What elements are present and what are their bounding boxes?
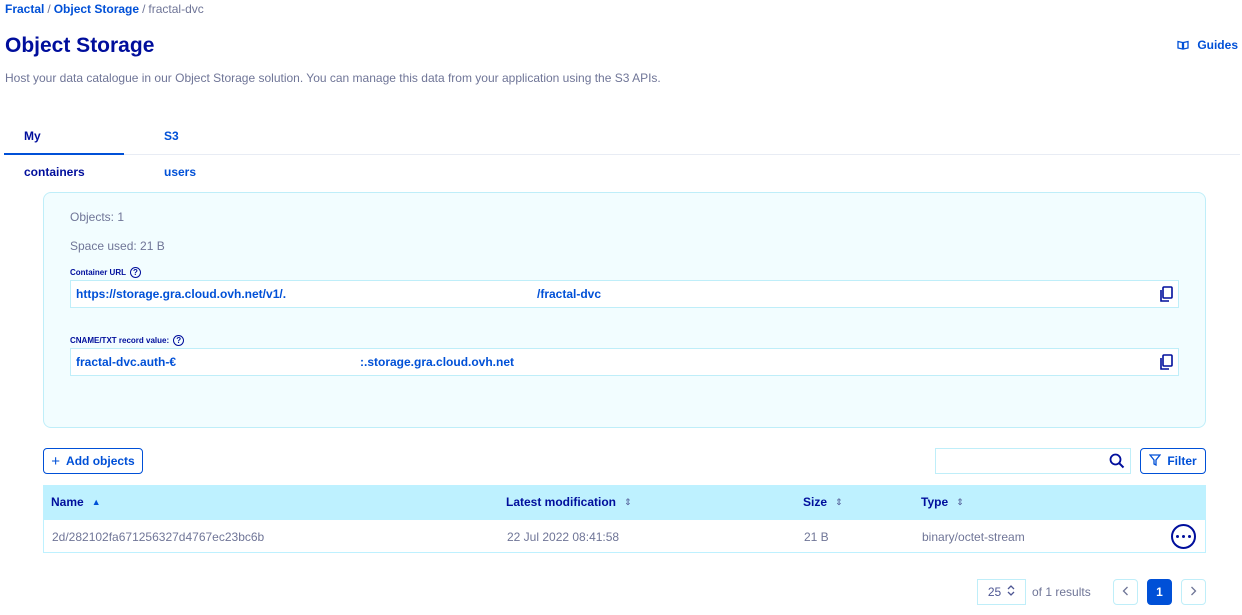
results-count: of 1 results xyxy=(1032,585,1091,599)
book-icon xyxy=(1177,40,1189,50)
page-size-value: 25 xyxy=(987,585,1002,599)
add-objects-label: Add objects xyxy=(66,454,135,468)
help-icon[interactable]: ? xyxy=(130,267,141,278)
chevron-right-icon xyxy=(1190,585,1197,599)
sort-icon[interactable]: ⇕ xyxy=(624,497,632,508)
copy-icon[interactable] xyxy=(1159,354,1173,373)
objects-count: Objects: 1 xyxy=(70,210,125,224)
search-input[interactable] xyxy=(935,448,1131,474)
breadcrumb-current: fractal-dvc xyxy=(148,2,204,16)
cname-label: CNAME/TXT record value: ? xyxy=(70,335,185,346)
container-url-value-start: https://storage.gra.cloud.ovh.net/v1/. xyxy=(76,287,287,301)
previous-page-button[interactable] xyxy=(1113,579,1138,605)
breadcrumb: Fractal / Object Storage / fractal-dvc xyxy=(5,2,204,16)
chevron-left-icon xyxy=(1122,585,1129,599)
filter-label: Filter xyxy=(1167,454,1197,468)
sort-icon[interactable]: ⇕ xyxy=(835,497,843,508)
container-url-label-text: Container URL xyxy=(70,268,126,277)
objects-table: Name ▲︎ Latest modification ⇕ Size ⇕ Typ… xyxy=(43,485,1206,553)
breadcrumb-link-fractal[interactable]: Fractal xyxy=(5,2,44,16)
column-header-modification-label: Latest modification xyxy=(506,495,617,509)
cname-field[interactable]: fractal-dvc.auth-€ :.storage.gra.cloud.o… xyxy=(70,348,1179,376)
column-header-name-label: Name xyxy=(51,495,84,509)
container-url-value-end: /fractal-dvc xyxy=(537,287,602,301)
page-title: Object Storage xyxy=(5,34,155,57)
filter-icon xyxy=(1148,453,1162,469)
cname-label-text: CNAME/TXT record value: xyxy=(70,336,170,345)
cell-type: binary/octet-stream xyxy=(922,530,1025,544)
cell-size: 21 B xyxy=(804,530,829,544)
cname-value-start: fractal-dvc.auth-€ xyxy=(76,355,177,369)
guides-label: Guides xyxy=(1197,38,1238,52)
updown-icon xyxy=(1007,585,1015,599)
column-header-type[interactable]: Type ⇕ xyxy=(921,495,964,509)
breadcrumb-separator: / xyxy=(142,2,146,16)
page-button-current[interactable]: 1 xyxy=(1147,579,1172,605)
cell-modified: 22 Jul 2022 08:41:58 xyxy=(507,530,620,544)
more-icon[interactable] xyxy=(1171,524,1196,549)
tab-s3-users[interactable]: S3 users xyxy=(144,118,234,179)
sort-icon[interactable]: ▲︎ xyxy=(92,497,101,507)
tab-bar: My containers S3 users xyxy=(4,118,1240,179)
page-description: Host your data catalogue in our Object S… xyxy=(5,71,661,85)
container-url-field[interactable]: https://storage.gra.cloud.ovh.net/v1/. /… xyxy=(70,280,1179,308)
cell-name: 2d/282102fa671256327d4767ec23bc6b xyxy=(52,530,265,544)
table-row: 2d/282102fa671256327d4767ec23bc6b 22 Jul… xyxy=(43,520,1206,553)
help-icon[interactable]: ? xyxy=(173,335,185,346)
plus-icon: + xyxy=(51,452,61,470)
copy-icon[interactable] xyxy=(1159,286,1173,305)
column-header-size[interactable]: Size ⇕ xyxy=(803,495,843,509)
column-header-modification[interactable]: Latest modification ⇕ xyxy=(506,495,632,509)
container-url-label: Container URL ? xyxy=(70,267,141,278)
table-header: Name ▲︎ Latest modification ⇕ Size ⇕ Typ… xyxy=(43,485,1206,520)
filter-button[interactable]: Filter xyxy=(1140,448,1206,474)
page-size-select[interactable]: 25 xyxy=(977,579,1026,605)
column-header-name[interactable]: Name ▲︎ xyxy=(51,495,101,509)
sort-icon[interactable]: ⇕ xyxy=(956,497,964,508)
space-used: Space used: 21 B xyxy=(70,239,165,253)
breadcrumb-link-object-storage[interactable]: Object Storage xyxy=(54,2,139,16)
guides-link[interactable]: Guides xyxy=(1177,38,1238,52)
column-header-size-label: Size xyxy=(803,495,828,509)
add-objects-button[interactable]: + Add objects xyxy=(43,448,143,474)
next-page-button[interactable] xyxy=(1181,579,1206,605)
column-header-type-label: Type xyxy=(921,495,949,509)
container-info-panel: Objects: 1 Space used: 21 B Container UR… xyxy=(43,192,1206,428)
tab-my-containers[interactable]: My containers xyxy=(4,118,124,179)
cname-value-end: :.storage.gra.cloud.ovh.net xyxy=(360,355,515,369)
breadcrumb-separator: / xyxy=(47,2,51,16)
